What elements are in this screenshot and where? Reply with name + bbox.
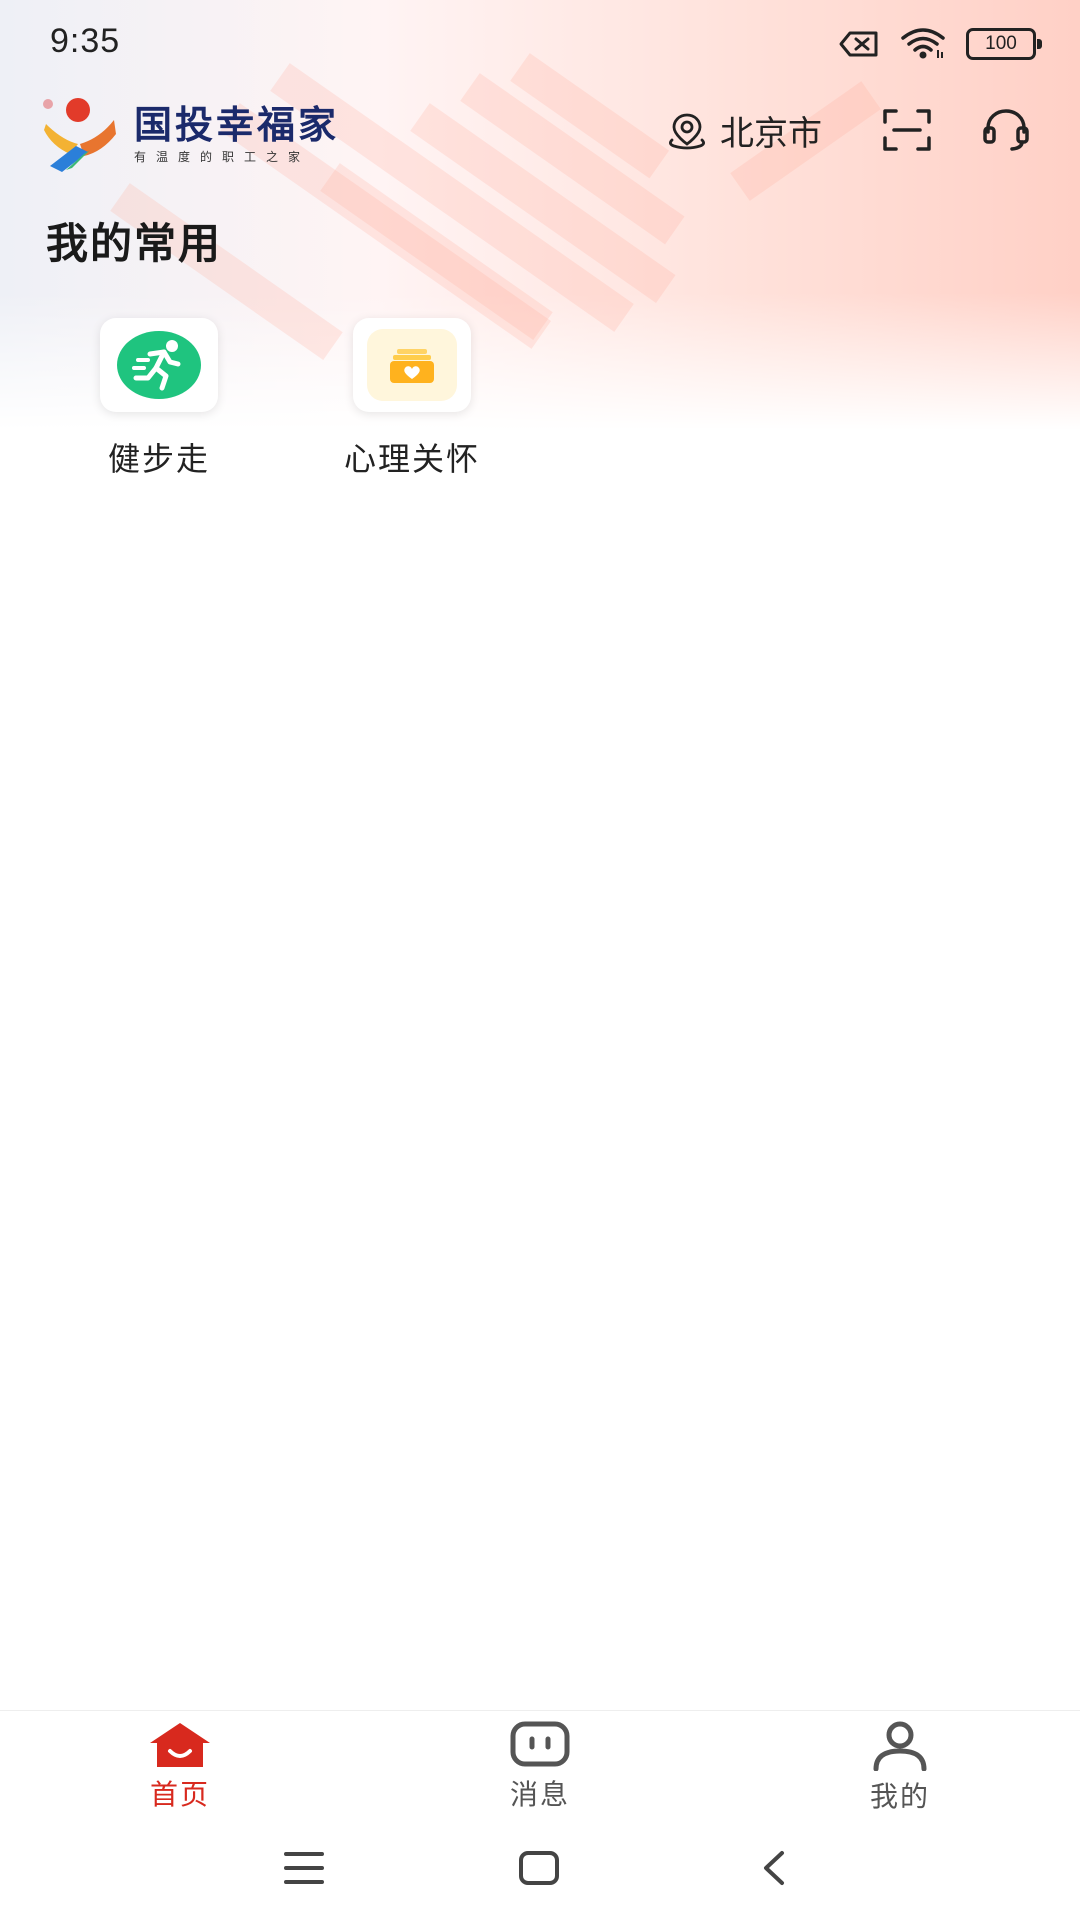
brand-logo[interactable]: 国投幸福家 有温度的职工之家 (40, 94, 339, 174)
tab-label: 首页 (149, 1778, 210, 1811)
bottom-tab-bar: 首页 消息 我的 (0, 1710, 1080, 1821)
app-header: 国投幸福家 有温度的职工之家 北京市 (0, 90, 1080, 200)
shortcut-tile (100, 318, 218, 412)
scan-icon[interactable] (882, 108, 932, 152)
location-label: 北京市 (720, 114, 822, 154)
home-square-icon[interactable] (518, 1850, 560, 1886)
logo-mark-icon (43, 98, 116, 172)
tab-profile[interactable]: 我的 (820, 1721, 980, 1815)
shortcut-walking[interactable]: 健步走 (59, 318, 259, 480)
back-icon[interactable] (760, 1850, 788, 1886)
tab-messages[interactable]: 消息 (460, 1721, 620, 1813)
section-title: 我的常用 (46, 219, 223, 268)
tab-label: 消息 (509, 1778, 570, 1811)
message-icon (510, 1721, 570, 1767)
status-time: 9:35 (50, 22, 121, 60)
shortcut-label: 心理关怀 (343, 440, 480, 478)
tab-home[interactable]: 首页 (100, 1721, 260, 1813)
battery-icon: 100 (966, 28, 1042, 60)
location-pin-icon (669, 113, 705, 149)
system-nav-bar (0, 1820, 1080, 1920)
shortcut-label: 健步走 (107, 440, 210, 478)
home-icon (150, 1723, 210, 1767)
shortcut-psychological-care[interactable]: 心理关怀 (312, 318, 512, 480)
battery-level: 100 (985, 33, 1017, 54)
shortcut-tile (353, 318, 471, 412)
person-icon (873, 1721, 927, 1771)
wifi-icon (901, 28, 945, 59)
customer-service-icon[interactable] (982, 108, 1030, 152)
menu-icon[interactable] (284, 1850, 324, 1886)
heart-box-icon (367, 329, 457, 401)
no-sim-icon (839, 31, 878, 57)
brand-tagline: 有温度的职工之家 (134, 149, 311, 164)
brand-name: 国投幸福家 (134, 102, 340, 147)
location-selector[interactable]: 北京市 (666, 106, 822, 155)
tab-label: 我的 (869, 1780, 930, 1813)
status-bar: 9:35 100 (0, 0, 1080, 90)
running-person-icon (117, 331, 201, 399)
